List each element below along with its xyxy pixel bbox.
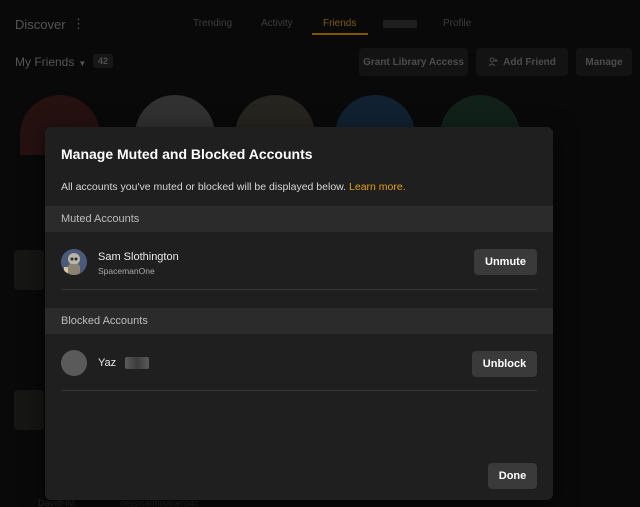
user-avatar (61, 249, 87, 275)
done-label: Done (498, 470, 527, 482)
muted-user-name: Sam Slothington (98, 251, 179, 263)
divider (61, 390, 537, 391)
muted-accounts-header: Muted Accounts (45, 206, 553, 232)
unblock-button[interactable]: Unblock (472, 351, 537, 377)
unmute-button[interactable]: Unmute (474, 249, 537, 275)
unmute-label: Unmute (485, 256, 526, 268)
manage-muted-blocked-dialog: Manage Muted and Blocked Accounts All ac… (45, 127, 553, 500)
divider (61, 289, 537, 290)
muted-accounts-label: Muted Accounts (61, 213, 140, 225)
blocked-user-name: Yaz (98, 357, 117, 369)
user-avatar (61, 350, 87, 376)
learn-more-link[interactable]: Learn more. (349, 181, 406, 193)
blocked-accounts-label: Blocked Accounts (61, 315, 148, 327)
redacted-text (125, 357, 149, 369)
dialog-title: Manage Muted and Blocked Accounts (61, 146, 313, 162)
description-text: All accounts you've muted or blocked wil… (61, 181, 347, 193)
muted-user-username: SpacemanOne (98, 266, 155, 276)
done-button[interactable]: Done (488, 463, 537, 489)
blocked-accounts-header: Blocked Accounts (45, 308, 553, 334)
dialog-description: All accounts you've muted or blocked wil… (61, 181, 406, 193)
unblock-label: Unblock (482, 358, 527, 370)
